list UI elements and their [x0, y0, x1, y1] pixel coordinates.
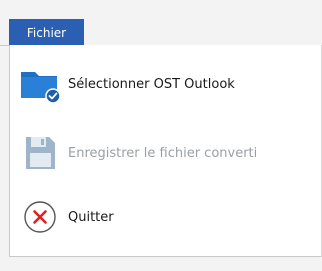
menu-item-quit[interactable]: Quitter — [18, 195, 308, 239]
menu-item-label: Quitter — [68, 209, 114, 225]
menu-item-save-converted[interactable]: Enregistrer le fichier converti — [18, 131, 308, 175]
menu-item-label: Enregistrer le fichier converti — [68, 145, 258, 161]
file-menu-tab-label: Fichier — [26, 25, 67, 40]
menubar: Fichier — [0, 0, 322, 46]
file-menu-tab[interactable]: Fichier — [9, 19, 84, 46]
menu-item-select-ost[interactable]: Sélectionner OST Outlook — [18, 62, 308, 106]
close-circle-icon — [18, 195, 62, 239]
file-dropdown-menu: Sélectionner OST Outlook Enregistrer le … — [9, 45, 322, 257]
app-window: Fichier Sélectionner OST Outlook Enregis… — [0, 0, 322, 271]
menu-item-label: Sélectionner OST Outlook — [68, 76, 235, 92]
status-bar — [0, 257, 322, 271]
folder-check-icon — [18, 62, 62, 106]
save-floppy-icon — [18, 131, 62, 175]
